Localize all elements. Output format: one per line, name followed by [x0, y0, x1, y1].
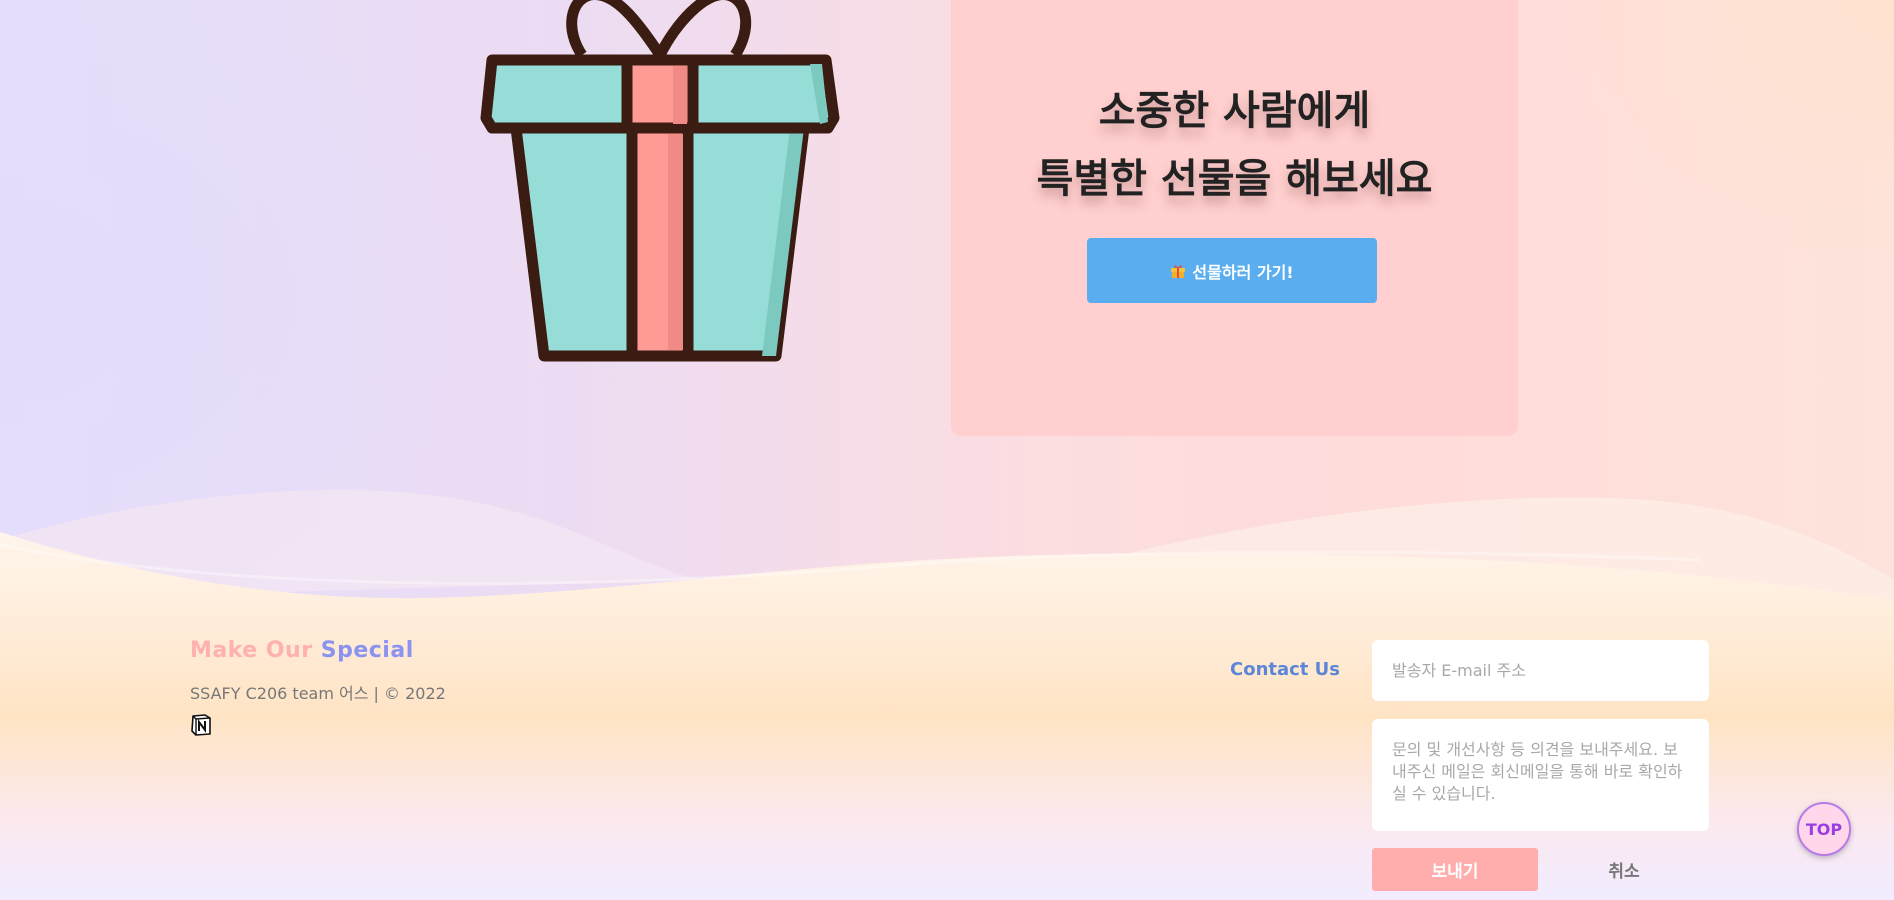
send-button[interactable]: 보내기 — [1372, 848, 1538, 891]
gift-emoji-icon — [1171, 264, 1186, 278]
footer-brand: Make Our Special — [190, 638, 414, 663]
sender-email-input[interactable] — [1372, 640, 1709, 701]
go-gift-button-label: 선물하러 가기! — [1192, 262, 1294, 282]
scroll-top-label: TOP — [1805, 819, 1843, 839]
scroll-top-button[interactable]: TOP — [1797, 802, 1851, 856]
footer-copyright: SSAFY C206 team 어스 | © 2022 — [190, 684, 446, 703]
promo-title-line1: 소중한 사람에게 — [1098, 88, 1371, 134]
go-gift-button[interactable]: 선물하러 가기! — [1087, 238, 1377, 303]
promo-title-line2: 특별한 선물을 해보세요 — [1036, 156, 1433, 202]
brand-part2: Special — [320, 638, 414, 663]
cancel-button[interactable]: 취소 — [1556, 848, 1692, 891]
gift-box-illustration — [480, 0, 840, 362]
promo-card: 소중한 사람에게 특별한 선물을 해보세요 선물하러 가기! — [951, 0, 1518, 436]
notion-icon[interactable] — [190, 714, 212, 736]
contact-us-label: Contact Us — [1230, 659, 1341, 680]
message-textarea[interactable] — [1372, 719, 1709, 831]
brand-part1: Make Our — [190, 638, 313, 663]
